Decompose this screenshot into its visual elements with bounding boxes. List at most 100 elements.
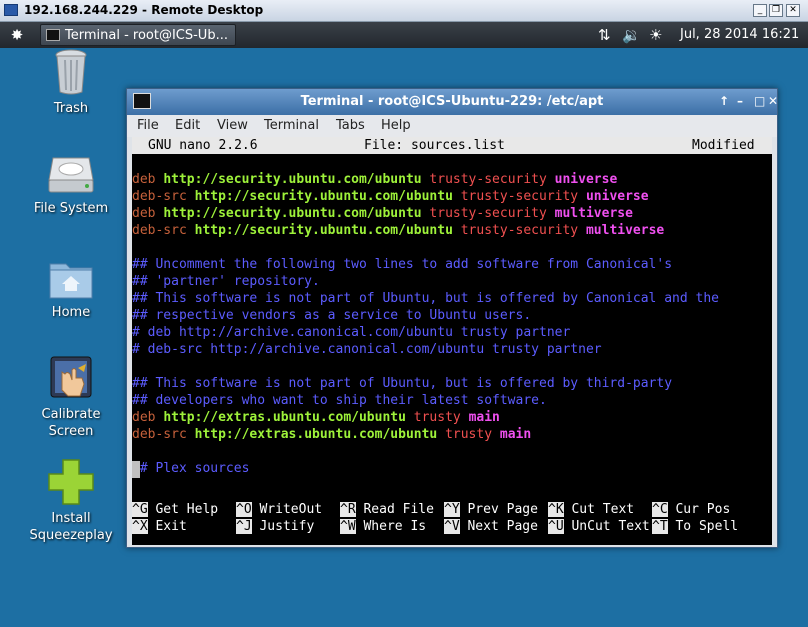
- volume-icon[interactable]: 🔉: [622, 25, 641, 45]
- desktop-icon-label: Calibrate Screen: [41, 407, 101, 439]
- nano-line-segment: trusty: [413, 410, 469, 425]
- taskbar-item-terminal[interactable]: Terminal - root@ICS-Ub...: [40, 24, 236, 46]
- nano-shortcut-key: ^G: [132, 502, 148, 517]
- menu-edit[interactable]: Edit: [175, 118, 200, 133]
- terminal-titlebar[interactable]: Terminal - root@ICS-Ubuntu-229: /etc/apt…: [127, 89, 778, 115]
- remote-desktop-icon: [4, 4, 18, 16]
- nano-line-segment: universe: [585, 189, 649, 204]
- nano-line: deb-src http://extras.ubuntu.com/ubuntu …: [132, 426, 531, 443]
- nano-shortcut-label: Cur Pos: [667, 502, 731, 517]
- nano-status: Modified: [692, 138, 755, 153]
- nano-line: ## This software is not part of Ubuntu, …: [132, 375, 672, 392]
- desktop-icon-label: File System: [33, 201, 109, 216]
- nano-shortcut-key: ^O: [236, 502, 252, 517]
- nano-shortcut: ^W Where Is: [340, 519, 426, 534]
- nano-header: GNU nano 2.2.6 File: sources.list Modifi…: [132, 137, 772, 154]
- nano-shortcut-key: ^X: [132, 519, 148, 534]
- applications-menu-icon[interactable]: ✸: [6, 25, 28, 45]
- nano-line-segment: ## developers who want to ship their lat…: [132, 393, 547, 408]
- home-folder-icon: [49, 263, 93, 299]
- nano-shortcut-label: Where Is: [355, 519, 427, 534]
- nano-shortcut-key: ^C: [652, 502, 668, 517]
- menu-help[interactable]: Help: [381, 118, 411, 133]
- terminal-window: Terminal - root@ICS-Ubuntu-229: /etc/apt…: [126, 88, 778, 548]
- nano-line: ## This software is not part of Ubuntu, …: [132, 290, 719, 307]
- nano-shortcut: ^G Get Help: [132, 502, 218, 517]
- nano-line-segment: http://security.ubuntu.com/ubuntu: [194, 189, 461, 204]
- taskbar: ✸ Terminal - root@ICS-Ub... ⇅ 🔉 ☀ Jul, 2…: [0, 22, 808, 48]
- hard-drive-icon: [48, 157, 94, 193]
- nano-line-segment: http://extras.ubuntu.com/ubuntu: [194, 427, 446, 442]
- menu-tabs[interactable]: Tabs: [336, 118, 365, 133]
- nano-filename: File: sources.list: [364, 138, 505, 153]
- nano-line-segment: trusty-security: [460, 189, 586, 204]
- remote-desktop-titlebar: 192.168.244.229 - Remote Desktop _ ❐ ✕: [0, 0, 808, 22]
- nano-line-segment: ## This software is not part of Ubuntu, …: [132, 291, 719, 306]
- desktop-icon-file-system[interactable]: File System: [21, 154, 121, 217]
- nano-line-segment: ## Uncomment the following two lines to …: [132, 257, 673, 272]
- minimize-button[interactable]: _: [753, 4, 767, 17]
- nano-line-segment: http://security.ubuntu.com/ubuntu: [163, 172, 430, 187]
- nano-shortcut-key: ^V: [444, 519, 460, 534]
- nano-line-segment: deb-src: [132, 427, 195, 442]
- plus-icon: [48, 459, 94, 505]
- nano-line: ## developers who want to ship their lat…: [132, 392, 547, 409]
- nano-line-segment: deb-src: [132, 223, 195, 238]
- desktop-icon-label: Install Squeezeplay: [29, 511, 113, 543]
- nano-line-segment: deb-src: [132, 189, 195, 204]
- nano-line-segment: trusty-security: [429, 206, 555, 221]
- nano-shortcut-label: WriteOut: [251, 502, 323, 517]
- desktop-icon-trash[interactable]: Trash: [21, 48, 121, 117]
- nano-shortcut-label: UnCut Text: [563, 519, 650, 534]
- desktop-icon-calibrate-screen[interactable]: Calibrate Screen: [21, 354, 121, 440]
- network-icon[interactable]: ⇅: [598, 25, 611, 45]
- nano-shortcut-label: Read File: [355, 502, 434, 517]
- desktop-icon-home[interactable]: Home: [21, 258, 121, 321]
- nano-shortcut-label: Next Page: [459, 519, 538, 534]
- close-icon[interactable]: ✕: [768, 94, 778, 108]
- nano-line-segment: multiverse: [554, 206, 633, 221]
- nano-shortcut: ^K Cut Text: [548, 502, 634, 517]
- nano-line-segment: ## Plex sources: [132, 461, 250, 476]
- nano-line-segment: http://extras.ubuntu.com/ubuntu: [163, 410, 414, 425]
- nano-shortcut: ^V Next Page: [444, 519, 538, 534]
- terminal-console[interactable]: GNU nano 2.2.6 File: sources.list Modifi…: [132, 137, 772, 545]
- nano-shortcut: ^X Exit: [132, 519, 187, 534]
- nano-line-segment: ## This software is not part of Ubuntu, …: [132, 376, 673, 391]
- remote-desktop-title: 192.168.244.229 - Remote Desktop: [24, 3, 264, 17]
- nano-line-segment: deb: [132, 206, 164, 221]
- desktop-icon-install-squeezeplay[interactable]: Install Squeezeplay: [21, 458, 121, 544]
- maximize-icon[interactable]: □: [754, 94, 765, 108]
- menu-view[interactable]: View: [217, 118, 248, 133]
- nano-line-segment: deb: [132, 410, 164, 425]
- close-button[interactable]: ✕: [786, 4, 800, 17]
- sticky-arrow-icon[interactable]: ↑: [719, 94, 729, 108]
- nano-shortcut: ^C Cur Pos: [652, 502, 730, 517]
- minimize-icon[interactable]: –: [737, 94, 743, 108]
- taskbar-item-label: Terminal - root@ICS-Ub...: [65, 28, 228, 43]
- clock[interactable]: Jul, 28 2014 16:21: [680, 27, 799, 42]
- nano-line: deb-src http://security.ubuntu.com/ubunt…: [132, 222, 664, 239]
- calibrate-screen-icon: [50, 356, 92, 398]
- brightness-icon[interactable]: ☀: [649, 25, 662, 45]
- nano-line-segment: ## respective vendors as a service to Ub…: [132, 308, 532, 323]
- nano-line-segment: # deb-src http://archive.canonical.com/u…: [132, 342, 602, 357]
- restore-button[interactable]: ❐: [769, 4, 783, 17]
- nano-line-segment: http://security.ubuntu.com/ubuntu: [194, 223, 461, 238]
- nano-shortcut-key: ^J: [236, 519, 252, 534]
- menu-file[interactable]: File: [137, 118, 159, 133]
- nano-line-segment: main: [499, 427, 532, 442]
- nano-shortcut-key: ^U: [548, 519, 564, 534]
- nano-shortcut-label: To Spell: [667, 519, 739, 534]
- nano-line: deb http://security.ubuntu.com/ubuntu tr…: [132, 205, 633, 222]
- menu-terminal[interactable]: Terminal: [264, 118, 319, 133]
- nano-line: deb http://extras.ubuntu.com/ubuntu trus…: [132, 409, 500, 426]
- nano-shortcut: ^T To Spell: [652, 519, 738, 534]
- nano-shortcut: ^R Read File: [340, 502, 434, 517]
- nano-line-segment: http://security.ubuntu.com/ubuntu: [163, 206, 430, 221]
- nano-line-segment: multiverse: [585, 223, 665, 238]
- nano-line-segment: trusty: [445, 427, 500, 442]
- nano-shortcut-label: Cut Text: [563, 502, 635, 517]
- terminal-icon: [46, 29, 60, 41]
- nano-line-segment: trusty-security: [429, 172, 555, 187]
